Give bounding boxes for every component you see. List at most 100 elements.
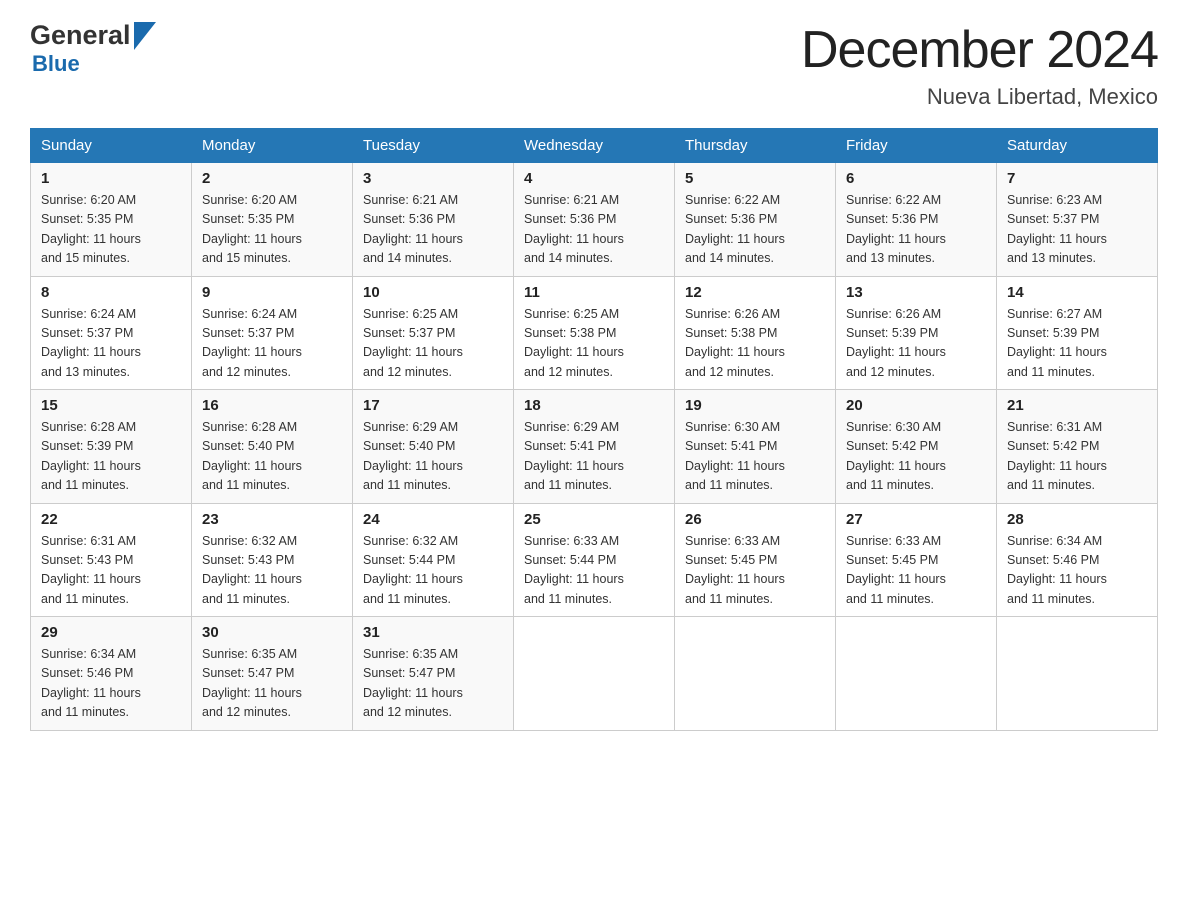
calendar-cell: 2 Sunrise: 6:20 AM Sunset: 5:35 PM Dayli…	[192, 163, 353, 277]
day-info: Sunrise: 6:24 AM Sunset: 5:37 PM Dayligh…	[41, 305, 181, 383]
day-number: 1	[41, 170, 181, 187]
calendar-cell: 31 Sunrise: 6:35 AM Sunset: 5:47 PM Dayl…	[353, 617, 514, 731]
title-block: December 2024 Nueva Libertad, Mexico	[801, 20, 1158, 110]
day-info: Sunrise: 6:26 AM Sunset: 5:38 PM Dayligh…	[685, 305, 825, 383]
calendar-cell: 10 Sunrise: 6:25 AM Sunset: 5:37 PM Dayl…	[353, 276, 514, 390]
calendar-cell: 9 Sunrise: 6:24 AM Sunset: 5:37 PM Dayli…	[192, 276, 353, 390]
day-number: 12	[685, 284, 825, 301]
calendar-cell: 18 Sunrise: 6:29 AM Sunset: 5:41 PM Dayl…	[514, 390, 675, 504]
day-number: 9	[202, 284, 342, 301]
day-info: Sunrise: 6:23 AM Sunset: 5:37 PM Dayligh…	[1007, 191, 1147, 269]
day-number: 23	[202, 511, 342, 528]
day-number: 14	[1007, 284, 1147, 301]
day-number: 22	[41, 511, 181, 528]
day-number: 10	[363, 284, 503, 301]
calendar-week-row: 22 Sunrise: 6:31 AM Sunset: 5:43 PM Dayl…	[31, 503, 1158, 617]
day-info: Sunrise: 6:35 AM Sunset: 5:47 PM Dayligh…	[363, 645, 503, 723]
day-info: Sunrise: 6:28 AM Sunset: 5:40 PM Dayligh…	[202, 418, 342, 496]
calendar-cell: 24 Sunrise: 6:32 AM Sunset: 5:44 PM Dayl…	[353, 503, 514, 617]
weekday-header-wednesday: Wednesday	[514, 129, 675, 163]
day-number: 11	[524, 284, 664, 301]
logo-blue-text: Blue	[32, 51, 80, 77]
weekday-header-row: SundayMondayTuesdayWednesdayThursdayFrid…	[31, 129, 1158, 163]
calendar-cell: 22 Sunrise: 6:31 AM Sunset: 5:43 PM Dayl…	[31, 503, 192, 617]
logo-triangle-icon	[134, 22, 156, 50]
day-info: Sunrise: 6:33 AM Sunset: 5:44 PM Dayligh…	[524, 532, 664, 610]
day-info: Sunrise: 6:29 AM Sunset: 5:41 PM Dayligh…	[524, 418, 664, 496]
day-number: 7	[1007, 170, 1147, 187]
day-number: 25	[524, 511, 664, 528]
day-number: 28	[1007, 511, 1147, 528]
day-info: Sunrise: 6:31 AM Sunset: 5:43 PM Dayligh…	[41, 532, 181, 610]
calendar-cell: 7 Sunrise: 6:23 AM Sunset: 5:37 PM Dayli…	[997, 163, 1158, 277]
day-info: Sunrise: 6:32 AM Sunset: 5:43 PM Dayligh…	[202, 532, 342, 610]
day-number: 3	[363, 170, 503, 187]
day-info: Sunrise: 6:30 AM Sunset: 5:42 PM Dayligh…	[846, 418, 986, 496]
day-number: 29	[41, 624, 181, 641]
calendar-cell	[514, 617, 675, 731]
weekday-header-sunday: Sunday	[31, 129, 192, 163]
day-number: 8	[41, 284, 181, 301]
day-number: 18	[524, 397, 664, 414]
calendar-cell: 14 Sunrise: 6:27 AM Sunset: 5:39 PM Dayl…	[997, 276, 1158, 390]
day-info: Sunrise: 6:34 AM Sunset: 5:46 PM Dayligh…	[1007, 532, 1147, 610]
calendar-cell: 28 Sunrise: 6:34 AM Sunset: 5:46 PM Dayl…	[997, 503, 1158, 617]
calendar-title: December 2024	[801, 20, 1158, 80]
page-header: General Blue December 2024 Nueva Liberta…	[30, 20, 1158, 110]
day-number: 30	[202, 624, 342, 641]
calendar-table: SundayMondayTuesdayWednesdayThursdayFrid…	[30, 128, 1158, 731]
day-number: 27	[846, 511, 986, 528]
day-info: Sunrise: 6:33 AM Sunset: 5:45 PM Dayligh…	[846, 532, 986, 610]
calendar-cell: 15 Sunrise: 6:28 AM Sunset: 5:39 PM Dayl…	[31, 390, 192, 504]
logo-general-text: General	[30, 20, 131, 51]
day-number: 19	[685, 397, 825, 414]
day-info: Sunrise: 6:20 AM Sunset: 5:35 PM Dayligh…	[202, 191, 342, 269]
calendar-cell: 27 Sunrise: 6:33 AM Sunset: 5:45 PM Dayl…	[836, 503, 997, 617]
day-number: 24	[363, 511, 503, 528]
day-number: 26	[685, 511, 825, 528]
day-info: Sunrise: 6:20 AM Sunset: 5:35 PM Dayligh…	[41, 191, 181, 269]
day-number: 16	[202, 397, 342, 414]
calendar-cell: 26 Sunrise: 6:33 AM Sunset: 5:45 PM Dayl…	[675, 503, 836, 617]
weekday-header-monday: Monday	[192, 129, 353, 163]
calendar-cell: 17 Sunrise: 6:29 AM Sunset: 5:40 PM Dayl…	[353, 390, 514, 504]
calendar-cell: 21 Sunrise: 6:31 AM Sunset: 5:42 PM Dayl…	[997, 390, 1158, 504]
day-info: Sunrise: 6:25 AM Sunset: 5:38 PM Dayligh…	[524, 305, 664, 383]
day-number: 6	[846, 170, 986, 187]
calendar-cell: 23 Sunrise: 6:32 AM Sunset: 5:43 PM Dayl…	[192, 503, 353, 617]
calendar-cell: 30 Sunrise: 6:35 AM Sunset: 5:47 PM Dayl…	[192, 617, 353, 731]
day-info: Sunrise: 6:25 AM Sunset: 5:37 PM Dayligh…	[363, 305, 503, 383]
day-info: Sunrise: 6:21 AM Sunset: 5:36 PM Dayligh…	[524, 191, 664, 269]
calendar-cell: 29 Sunrise: 6:34 AM Sunset: 5:46 PM Dayl…	[31, 617, 192, 731]
calendar-cell: 25 Sunrise: 6:33 AM Sunset: 5:44 PM Dayl…	[514, 503, 675, 617]
day-number: 2	[202, 170, 342, 187]
day-number: 20	[846, 397, 986, 414]
calendar-cell: 5 Sunrise: 6:22 AM Sunset: 5:36 PM Dayli…	[675, 163, 836, 277]
day-number: 5	[685, 170, 825, 187]
day-info: Sunrise: 6:28 AM Sunset: 5:39 PM Dayligh…	[41, 418, 181, 496]
calendar-week-row: 8 Sunrise: 6:24 AM Sunset: 5:37 PM Dayli…	[31, 276, 1158, 390]
calendar-cell: 1 Sunrise: 6:20 AM Sunset: 5:35 PM Dayli…	[31, 163, 192, 277]
calendar-cell: 20 Sunrise: 6:30 AM Sunset: 5:42 PM Dayl…	[836, 390, 997, 504]
calendar-cell: 11 Sunrise: 6:25 AM Sunset: 5:38 PM Dayl…	[514, 276, 675, 390]
calendar-cell	[675, 617, 836, 731]
day-info: Sunrise: 6:33 AM Sunset: 5:45 PM Dayligh…	[685, 532, 825, 610]
calendar-cell: 13 Sunrise: 6:26 AM Sunset: 5:39 PM Dayl…	[836, 276, 997, 390]
day-info: Sunrise: 6:30 AM Sunset: 5:41 PM Dayligh…	[685, 418, 825, 496]
weekday-header-saturday: Saturday	[997, 129, 1158, 163]
calendar-cell: 8 Sunrise: 6:24 AM Sunset: 5:37 PM Dayli…	[31, 276, 192, 390]
day-info: Sunrise: 6:22 AM Sunset: 5:36 PM Dayligh…	[846, 191, 986, 269]
day-info: Sunrise: 6:32 AM Sunset: 5:44 PM Dayligh…	[363, 532, 503, 610]
day-number: 31	[363, 624, 503, 641]
day-number: 4	[524, 170, 664, 187]
calendar-cell: 4 Sunrise: 6:21 AM Sunset: 5:36 PM Dayli…	[514, 163, 675, 277]
calendar-cell: 6 Sunrise: 6:22 AM Sunset: 5:36 PM Dayli…	[836, 163, 997, 277]
day-info: Sunrise: 6:34 AM Sunset: 5:46 PM Dayligh…	[41, 645, 181, 723]
calendar-cell: 16 Sunrise: 6:28 AM Sunset: 5:40 PM Dayl…	[192, 390, 353, 504]
calendar-cell: 12 Sunrise: 6:26 AM Sunset: 5:38 PM Dayl…	[675, 276, 836, 390]
calendar-week-row: 29 Sunrise: 6:34 AM Sunset: 5:46 PM Dayl…	[31, 617, 1158, 731]
calendar-subtitle: Nueva Libertad, Mexico	[801, 84, 1158, 110]
calendar-cell: 19 Sunrise: 6:30 AM Sunset: 5:41 PM Dayl…	[675, 390, 836, 504]
day-info: Sunrise: 6:35 AM Sunset: 5:47 PM Dayligh…	[202, 645, 342, 723]
logo: General Blue	[30, 20, 156, 77]
